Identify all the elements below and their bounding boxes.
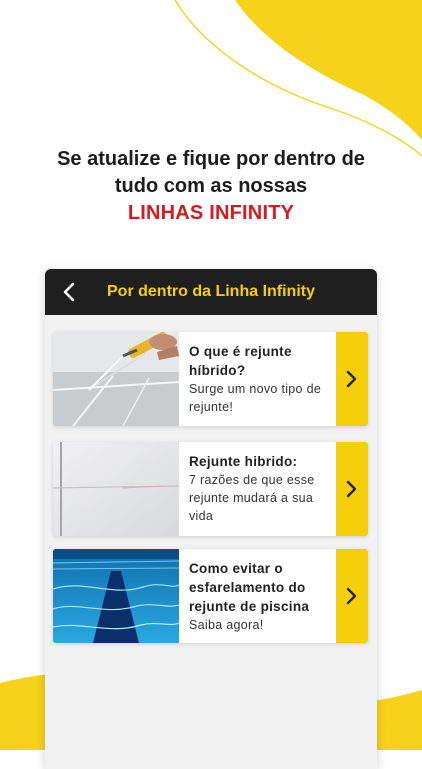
article-open-button[interactable] — [336, 549, 368, 643]
headline-line-2: tudo com as nossas — [114, 175, 308, 197]
article-description: Surge um novo tipo de rejunte! — [189, 382, 322, 414]
article-open-button[interactable] — [336, 332, 368, 426]
article-description: 7 razões de que esse rejunte mudará a su… — [189, 473, 315, 523]
headline-line-1: Se atualize e fique por dentro de — [57, 148, 365, 170]
article-card-7-razoes[interactable]: Rejunte hibrido: 7 razões de que esse re… — [53, 442, 368, 536]
article-card-rejunte-hibrido[interactable]: O que é rejunte híbrido? Surge um novo t… — [53, 332, 368, 426]
article-description: Saiba agora! — [189, 618, 264, 632]
chevron-right-icon — [346, 480, 357, 498]
chevron-right-icon — [346, 370, 357, 388]
article-title: Como evitar o esfarelamento do rejunte d… — [189, 561, 310, 614]
article-title: Rejunte hibrido: — [189, 454, 298, 469]
back-button[interactable] — [55, 278, 83, 306]
chevron-right-icon — [346, 587, 357, 605]
app-bar-title: Por dentro da Linha Infinity — [107, 283, 315, 300]
app-bar: Por dentro da Linha Infinity — [45, 269, 377, 315]
headline-brand: LINHAS INFINITY — [127, 202, 295, 224]
article-open-button[interactable] — [336, 442, 368, 536]
article-thumbnail-tile-joint — [53, 442, 179, 536]
article-thumbnail-caulking — [53, 332, 179, 426]
article-card-piscina[interactable]: Como evitar o esfarelamento do rejunte d… — [53, 549, 368, 643]
chevron-left-icon — [63, 282, 75, 302]
promo-headline: Se atualize e fique por dentro de tudo c… — [0, 146, 422, 227]
article-title: O que é rejunte híbrido? — [189, 344, 292, 378]
phone-screen: Por dentro da Linha Infinity O que é rej… — [45, 269, 377, 769]
article-thumbnail-pool — [53, 549, 179, 643]
